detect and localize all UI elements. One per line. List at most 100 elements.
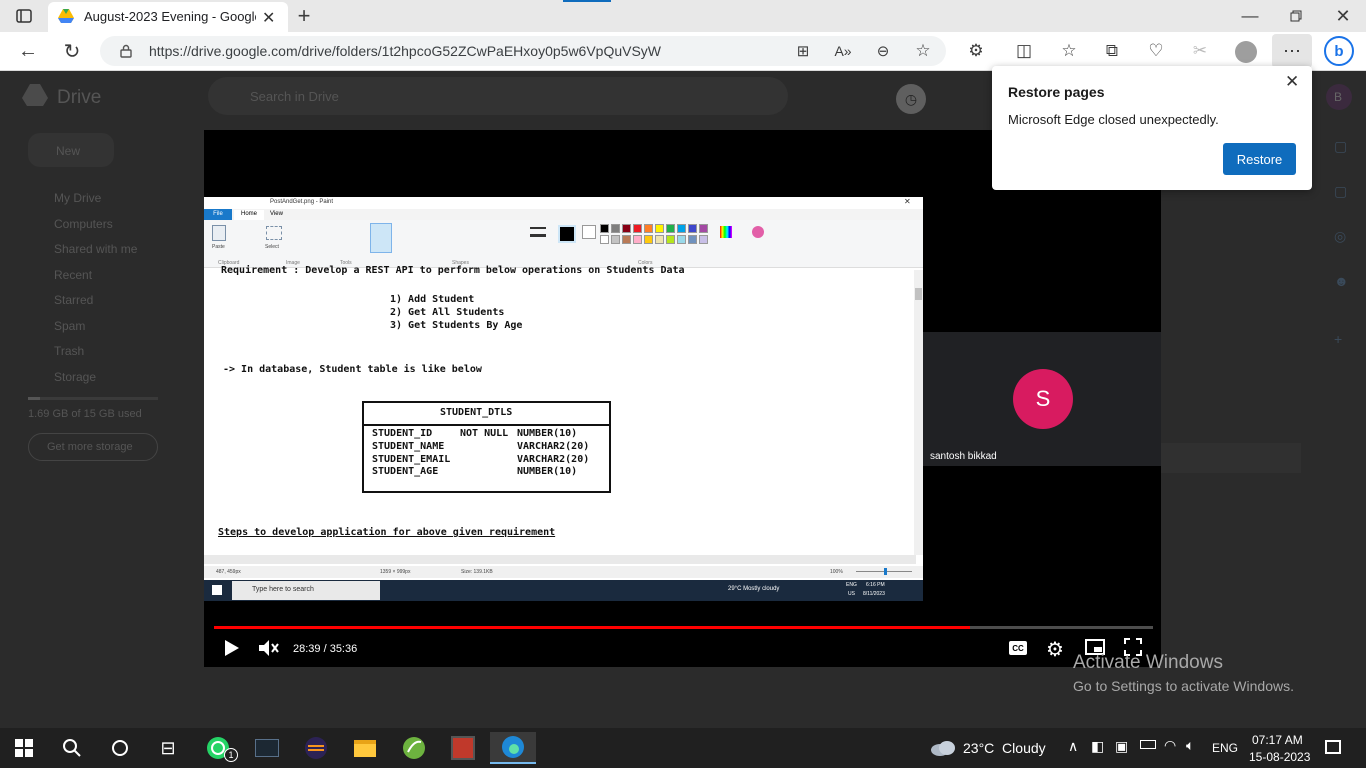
palette-swatch[interactable]: [644, 235, 653, 244]
palette-swatch[interactable]: [611, 235, 620, 244]
paint-tab-home[interactable]: Home: [234, 210, 264, 220]
restore-close-icon[interactable]: ✕: [1285, 72, 1299, 92]
get-storage-button[interactable]: Get more storage: [28, 433, 158, 461]
palette-swatch[interactable]: [600, 235, 609, 244]
palette-swatch[interactable]: [622, 235, 631, 244]
tab-actions-icon[interactable]: [12, 6, 36, 26]
more-menu-button[interactable]: ⋯: [1272, 34, 1312, 68]
drive-nav-shared[interactable]: Shared with me: [54, 242, 137, 256]
weather-cloud-icon[interactable]: [930, 740, 956, 756]
palette-swatch[interactable]: [666, 224, 675, 233]
side-add-icon[interactable]: +: [1334, 331, 1354, 347]
settings-gear-icon[interactable]: ⚙: [1046, 637, 1064, 662]
profile-avatar[interactable]: [1235, 41, 1257, 63]
taskbar-lang[interactable]: ENG: [1212, 741, 1238, 755]
palette-swatch[interactable]: [655, 224, 664, 233]
zoom-icon[interactable]: ⊖: [872, 40, 894, 62]
tray-volume-icon[interactable]: 🔈︎: [1186, 737, 1194, 754]
palette-swatch[interactable]: [688, 224, 697, 233]
url-field[interactable]: https://drive.google.com/drive/folders/1…: [100, 36, 946, 66]
new-tab-icon[interactable]: +: [292, 3, 316, 28]
palette-swatch[interactable]: [644, 224, 653, 233]
bing-copilot-icon[interactable]: b: [1324, 36, 1354, 66]
collections-icon[interactable]: ⧉: [1100, 39, 1124, 63]
tray-meet-icon[interactable]: ◧: [1091, 738, 1104, 755]
drive-account-avatar[interactable]: B: [1326, 84, 1352, 110]
notification-center-icon[interactable]: [1325, 740, 1341, 754]
palette-swatch[interactable]: [677, 235, 686, 244]
paint-vscrollbar[interactable]: [914, 270, 923, 555]
paint-close-icon[interactable]: ✕: [904, 197, 911, 206]
minimize-icon[interactable]: —: [1238, 4, 1262, 28]
side-contacts-icon[interactable]: ☻: [1334, 273, 1354, 289]
taskbar-search-icon[interactable]: [56, 732, 88, 764]
drive-info-icon[interactable]: ◷: [896, 84, 926, 114]
edge-icon[interactable]: [490, 732, 536, 764]
drive-search-box[interactable]: Search in Drive: [208, 77, 788, 115]
tray-wifi-icon[interactable]: ◠: [1164, 737, 1176, 754]
paint-brushes-button[interactable]: [370, 223, 392, 253]
reload-icon[interactable]: ↻: [60, 39, 84, 63]
sql-tool-icon[interactable]: [251, 732, 283, 764]
cortana-icon[interactable]: [104, 732, 136, 764]
paint-canvas[interactable]: Requirement : Develop a REST API to perf…: [204, 265, 916, 555]
extensions-icon[interactable]: ⚙: [964, 39, 988, 63]
tray-chevron-icon[interactable]: ∧: [1068, 738, 1078, 755]
paint-3d-icon[interactable]: [752, 226, 764, 238]
web-capture-icon[interactable]: ✂: [1188, 39, 1212, 63]
play-button[interactable]: [220, 637, 242, 659]
paint-size-icon[interactable]: [530, 227, 546, 237]
video-progress-track[interactable]: [214, 626, 1153, 629]
palette-swatch[interactable]: [600, 224, 609, 233]
eclipse-icon[interactable]: [300, 732, 332, 764]
lock-icon[interactable]: [120, 44, 132, 58]
split-screen-icon[interactable]: ◫: [1012, 39, 1036, 63]
mute-icon[interactable]: [256, 637, 280, 659]
paint-hscrollbar[interactable]: [204, 555, 916, 564]
tray-notes-icon[interactable]: ▣: [1115, 738, 1128, 755]
paint-tab-view[interactable]: View: [270, 211, 283, 217]
side-check-icon[interactable]: ◎: [1334, 228, 1354, 245]
drive-nav-starred[interactable]: Starred: [54, 293, 93, 307]
drive-nav-recent[interactable]: Recent: [54, 268, 92, 282]
browser-tab[interactable]: August-2023 Evening - Google Dr ✕: [48, 2, 288, 32]
drive-new-button[interactable]: New: [28, 133, 114, 167]
favorite-star-icon[interactable]: ☆: [912, 40, 934, 62]
favorites-icon[interactable]: ☆: [1057, 39, 1081, 63]
close-window-icon[interactable]: ✕: [1331, 4, 1355, 28]
paint-color2-swatch[interactable]: [582, 225, 596, 239]
palette-swatch[interactable]: [633, 224, 642, 233]
tab-close-icon[interactable]: ✕: [262, 8, 275, 28]
drive-nav-spam[interactable]: Spam: [54, 319, 85, 333]
paint-color1-swatch[interactable]: [558, 225, 576, 243]
spring-tool-icon[interactable]: [398, 732, 430, 764]
palette-swatch[interactable]: [699, 224, 708, 233]
read-aloud-icon[interactable]: A»: [832, 40, 854, 62]
drive-nav-my-drive[interactable]: My Drive: [54, 191, 101, 205]
paint-edit-colors-icon[interactable]: [720, 226, 732, 238]
palette-swatch[interactable]: [677, 224, 686, 233]
paint-select-icon[interactable]: [266, 226, 282, 240]
taskbar-weather-text[interactable]: 23°C Cloudy: [963, 740, 1046, 756]
paint-tab-file[interactable]: File: [204, 209, 232, 220]
taskbar-date[interactable]: 15-08-2023: [1249, 750, 1310, 764]
palette-swatch[interactable]: [622, 224, 631, 233]
tray-battery-icon[interactable]: [1140, 740, 1156, 749]
zoom-slider[interactable]: [856, 568, 912, 575]
side-keep-icon[interactable]: ▢: [1334, 138, 1354, 155]
windows-start-icon[interactable]: [8, 732, 40, 764]
sqldev-icon[interactable]: [447, 732, 479, 764]
paint-paste-icon[interactable]: [212, 225, 226, 241]
app-available-icon[interactable]: ⊞: [792, 40, 814, 62]
task-view-icon[interactable]: ⊟: [152, 732, 184, 764]
drive-nav-computers[interactable]: Computers: [54, 217, 113, 231]
palette-swatch[interactable]: [666, 235, 675, 244]
restore-button[interactable]: Restore: [1223, 143, 1296, 175]
palette-swatch[interactable]: [688, 235, 697, 244]
side-tasks-icon[interactable]: ▢: [1334, 183, 1354, 200]
drive-nav-trash[interactable]: Trash: [54, 344, 84, 358]
drive-nav-storage[interactable]: Storage: [54, 370, 96, 384]
back-icon[interactable]: ←: [16, 39, 40, 63]
palette-swatch[interactable]: [611, 224, 620, 233]
palette-swatch[interactable]: [655, 235, 664, 244]
